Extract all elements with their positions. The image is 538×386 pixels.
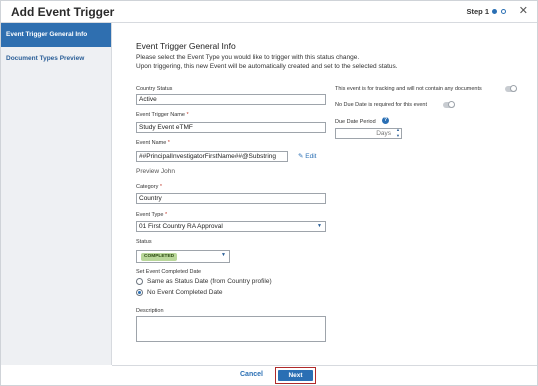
description-line-1: Please select the Event Type you would l…	[136, 54, 360, 61]
no-due-date-label: No Due Date is required for this event	[335, 102, 428, 108]
event-name-preview: Preview John	[136, 168, 176, 175]
step-dot-next-icon	[501, 9, 506, 14]
pencil-icon: ✎	[298, 153, 304, 160]
add-event-trigger-dialog: Add Event Trigger Step 1 ✕ Event Trigger…	[0, 0, 538, 386]
event-trigger-name-input[interactable]: Study Event eTMF	[136, 122, 326, 133]
country-status-field: Active	[136, 94, 326, 105]
description-line-2: Upon triggering, this new Event will be …	[136, 63, 398, 70]
event-name-label: Event Name *	[136, 140, 170, 146]
required-marker: *	[164, 212, 168, 218]
required-marker: *	[167, 140, 170, 146]
next-button-highlight: Next	[275, 367, 316, 384]
completed-date-label: Set Event Completed Date	[136, 269, 202, 275]
status-label: Status	[136, 239, 152, 245]
event-trigger-name-label: Event Trigger Name *	[136, 112, 189, 118]
section-title: Event Trigger General Info	[136, 41, 236, 51]
status-select[interactable]: COMPLETED	[136, 250, 230, 263]
due-date-period-input[interactable]: Days	[335, 128, 402, 139]
close-icon[interactable]: ✕	[519, 4, 528, 17]
no-due-date-toggle[interactable]	[443, 101, 455, 108]
wizard-sidebar: Event Trigger General Info Document Type…	[1, 23, 112, 365]
country-status-label: Country Status	[136, 86, 173, 92]
next-button[interactable]: Next	[278, 370, 313, 381]
step-dot-current-icon	[492, 9, 497, 14]
dialog-header: Add Event Trigger Step 1 ✕	[1, 1, 537, 23]
event-trigger-name-label-text: Event Trigger Name	[136, 112, 185, 118]
cancel-button[interactable]: Cancel	[240, 371, 263, 378]
radio-same-as-status-date-label: Same as Status Date (from Country profil…	[147, 278, 272, 285]
event-name-label-text: Event Name	[136, 140, 167, 146]
tracking-only-label: This event is for tracking and will not …	[335, 86, 482, 92]
radio-no-event-completed-date-label: No Event Completed Date	[147, 289, 223, 296]
due-date-period-label: Due Date Period	[335, 119, 376, 125]
tracking-only-toggle[interactable]	[505, 85, 517, 92]
description-label: Description	[136, 308, 164, 314]
info-icon[interactable]: ?	[382, 117, 389, 124]
required-marker: *	[159, 184, 162, 190]
decrement-chevron-down-icon[interactable]: ▼	[395, 133, 401, 138]
edit-event-name-button[interactable]: ✎ Edit	[298, 152, 316, 160]
edit-label: Edit	[305, 153, 317, 160]
radio-no-event-completed-date[interactable]	[136, 289, 143, 296]
sidebar-item-general-info[interactable]: Event Trigger General Info	[1, 23, 111, 47]
description-textarea[interactable]	[136, 316, 326, 342]
increment-chevron-up-icon[interactable]: ▲	[395, 127, 401, 132]
sidebar-item-document-types-preview[interactable]: Document Types Preview	[1, 47, 111, 71]
radio-same-as-status-date[interactable]	[136, 278, 143, 285]
category-field: Country	[136, 193, 326, 204]
event-type-label-text: Event Type	[136, 212, 164, 218]
main-content: Event Trigger General Info Please select…	[112, 23, 537, 365]
event-name-input[interactable]: ##PrincipalInvestigatorFirstName##@Subst…	[136, 151, 288, 162]
dialog-footer: Cancel Next	[112, 365, 537, 385]
category-label: Category *	[136, 184, 162, 190]
status-badge: COMPLETED	[141, 253, 178, 261]
category-label-text: Category	[136, 184, 159, 190]
required-marker: *	[186, 112, 189, 118]
event-type-select[interactable]: 01 First Country RA Approval	[136, 221, 326, 232]
event-type-label: Event Type *	[136, 212, 167, 218]
dialog-title: Add Event Trigger	[11, 5, 115, 19]
step-indicator-label: Step 1	[466, 7, 489, 16]
